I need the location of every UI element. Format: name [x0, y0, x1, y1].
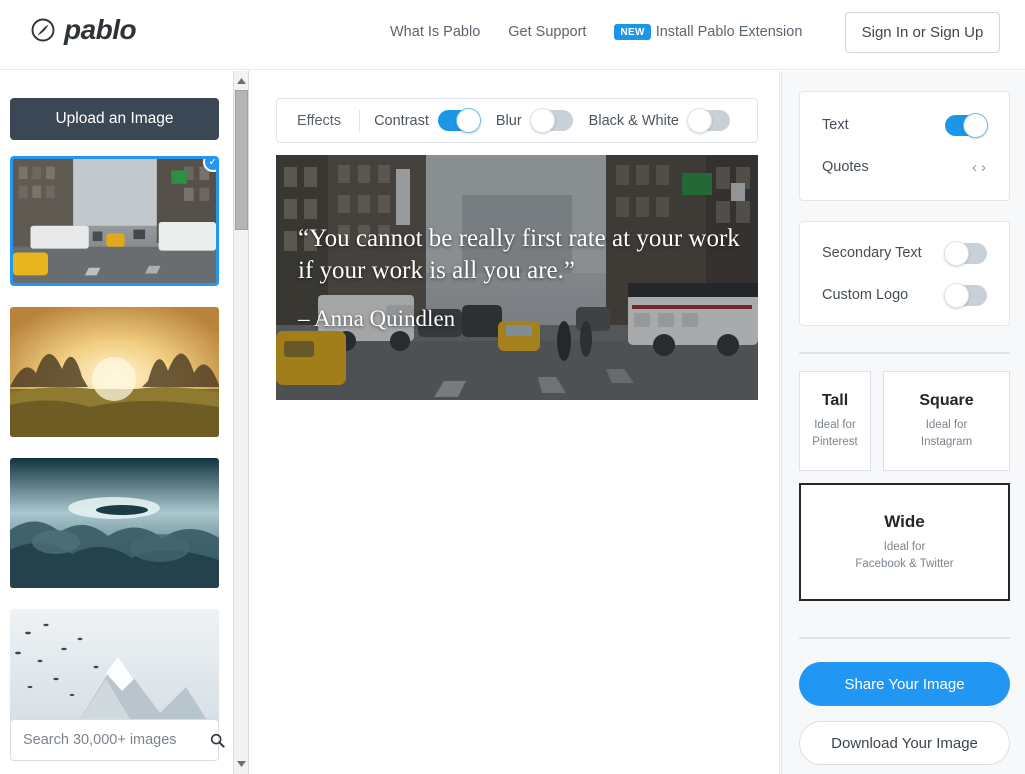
effect-black-and-white-label: Black & White [588, 112, 679, 129]
effects-label: Effects [297, 112, 342, 129]
text-toggle[interactable] [945, 112, 988, 138]
size-square-sub2: Instagram [920, 435, 973, 448]
size-wide-sub2: Facebook & Twitter [855, 557, 954, 570]
thumbnail-image [10, 307, 219, 437]
size-selector: Tall Ideal for Pinterest Square Ideal fo… [799, 371, 1010, 601]
size-tall-sub2: Pinterest [812, 435, 858, 448]
effect-blur[interactable]: Blur [495, 108, 573, 133]
size-square-sub1: Ideal for [925, 418, 968, 431]
caret-down-icon[interactable] [234, 756, 249, 772]
thumbnail-snowy-mountain-with-birds[interactable] [10, 609, 219, 721]
nav-install-extension-label: Install Pablo Extension [655, 24, 803, 40]
upload-an-image-button[interactable]: Upload an Image [10, 98, 219, 140]
thumbnail-list: ✓ [0, 156, 232, 721]
search-input[interactable] [11, 720, 210, 760]
sidebar-scrollbar[interactable] [233, 71, 249, 774]
pablo-logo[interactable]: pablo [30, 14, 137, 45]
sign-in-sign-up-button[interactable]: Sign In or Sign Up [845, 12, 1000, 53]
image-sidebar: Upload an Image ✓ Search 30,000+ images [0, 71, 232, 774]
secondary-text-row[interactable]: Secondary Text [800, 232, 1009, 274]
custom-logo-toggle[interactable] [944, 282, 987, 308]
thumbnail-clouds-from-above[interactable] [10, 458, 219, 588]
custom-logo-label: Custom Logo [822, 287, 909, 303]
options-panel: Text Quotes ‹ › Secondary Text Custom Lo… [781, 71, 1025, 774]
thumbnail-image [13, 159, 216, 283]
nav-get-support[interactable]: Get Support [508, 24, 586, 40]
effect-contrast[interactable]: Contrast [374, 108, 481, 133]
new-badge: NEW [614, 24, 651, 40]
scrollbar-thumb[interactable] [235, 90, 248, 230]
custom-logo-row[interactable]: Custom Logo [800, 274, 1009, 316]
size-wide-sub1: Ideal for [883, 540, 926, 553]
effect-blur-toggle[interactable] [529, 108, 573, 133]
text-row-label: Text [822, 117, 849, 133]
size-option-wide[interactable]: Wide Ideal for Facebook & Twitter [799, 483, 1010, 601]
share-your-image-button[interactable]: Share Your Image [799, 662, 1010, 706]
effect-contrast-toggle[interactable] [437, 108, 481, 133]
size-tall-sub1: Ideal for [814, 418, 856, 431]
thumbnail-image [10, 609, 219, 721]
size-option-tall[interactable]: Tall Ideal for Pinterest [799, 371, 871, 471]
nav-what-is-pablo[interactable]: What Is Pablo [390, 24, 480, 40]
size-wide-title: Wide [884, 511, 925, 531]
chevron-left-icon[interactable]: ‹ [971, 159, 978, 176]
effect-black-and-white[interactable]: Black & White [588, 108, 730, 133]
quotes-stepper[interactable]: ‹ › [971, 159, 987, 176]
secondary-text-label: Secondary Text [822, 245, 922, 261]
pablo-circle-slash-icon [31, 18, 55, 42]
quotes-row-label: Quotes [822, 159, 869, 175]
size-option-square[interactable]: Square Ideal for Instagram [883, 371, 1010, 471]
main-nav: What Is Pablo Get Support NEW Install Pa… [390, 24, 802, 40]
preview-quote-text: “You cannot be really first rate at your… [298, 225, 740, 284]
effect-blur-label: Blur [495, 112, 522, 129]
site-header: pablo What Is Pablo Get Support NEW Inst… [0, 0, 1025, 70]
download-your-image-button[interactable]: Download Your Image [799, 721, 1010, 765]
chevron-right-icon[interactable]: › [980, 159, 987, 176]
effect-black-and-white-toggle[interactable] [686, 108, 730, 133]
toolbar-divider [359, 109, 361, 132]
quotes-row[interactable]: Quotes ‹ › [800, 146, 1009, 188]
thumbnail-sunset-through-trees-grass[interactable] [10, 307, 219, 437]
caret-up-icon[interactable] [234, 73, 249, 89]
image-preview-canvas[interactable]: “You cannot be really first rate at your… [276, 155, 758, 400]
effects-toolbar: Effects Contrast Blur Black & White [276, 98, 758, 143]
logo-wordmark: pablo [64, 14, 137, 45]
text-options-card: Text Quotes ‹ › [799, 91, 1010, 201]
extras-options-card: Secondary Text Custom Logo [799, 221, 1010, 326]
image-search-box[interactable] [10, 719, 225, 761]
preview-text-block: “You cannot be really first rate at your… [298, 223, 740, 332]
preview-author-text: – Anna Quindlen [298, 306, 456, 331]
effect-contrast-label: Contrast [374, 112, 429, 129]
canvas-area: Effects Contrast Blur Black & White “You… [250, 71, 780, 774]
nav-install-extension[interactable]: NEW Install Pablo Extension [614, 24, 802, 40]
size-tall-title: Tall [821, 391, 849, 409]
panel-divider-bottom [799, 637, 1010, 639]
thumbnail-image [10, 458, 219, 588]
size-square-title: Square [919, 391, 974, 409]
secondary-text-toggle[interactable] [944, 240, 987, 266]
panel-divider-top [799, 352, 1010, 354]
thumbnail-city-street-taxis[interactable]: ✓ [10, 156, 219, 286]
search-icon[interactable] [210, 733, 225, 748]
text-row[interactable]: Text [800, 104, 1009, 146]
